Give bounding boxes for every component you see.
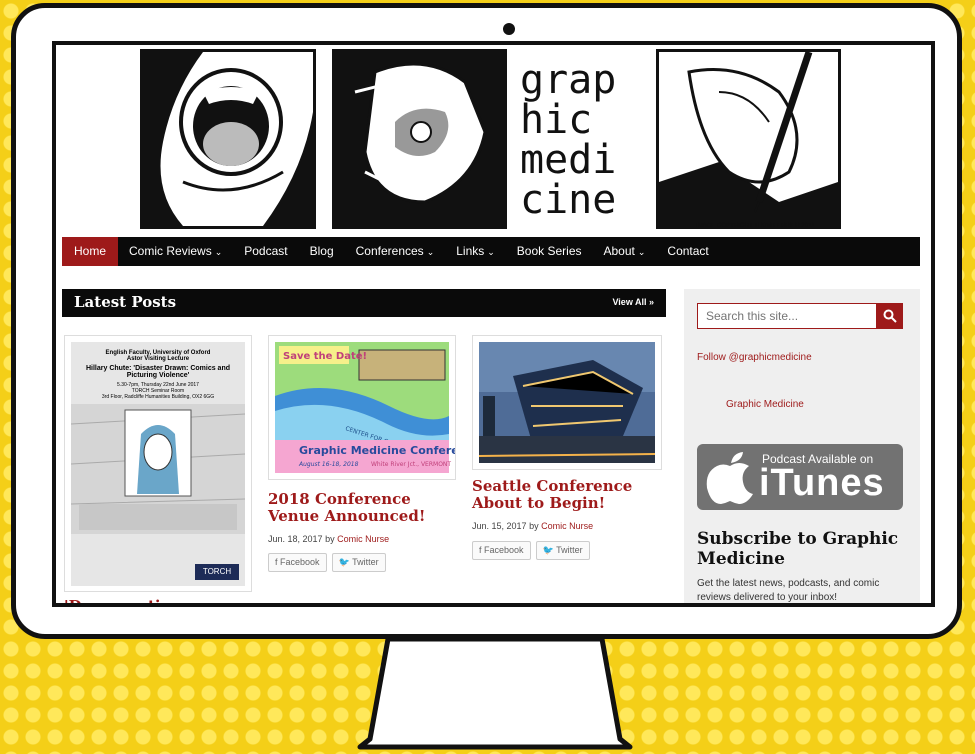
chevron-down-icon: ⌄ (637, 247, 646, 257)
post-thumbnail[interactable] (472, 335, 662, 470)
nav-label: Book Series (516, 244, 582, 258)
comic-panel-pen (656, 49, 841, 229)
poster-illustration (71, 404, 245, 534)
poster-series: Astor Visiting Lecture (126, 356, 190, 362)
view-all-link[interactable]: View All » (612, 297, 654, 307)
conference-banner-text: Graphic Medicine Conference (299, 444, 455, 457)
chevron-down-icon: ⌄ (214, 247, 223, 257)
nav-item-comic-reviews[interactable]: Comic Reviews ⌄ (118, 237, 233, 266)
post-date: Jun. 15, 2017 (472, 521, 527, 531)
nav-label: Comic Reviews (129, 244, 212, 258)
nav-item-links[interactable]: Links ⌄ (445, 237, 506, 266)
facebook-icon: f (479, 545, 482, 555)
search-input[interactable] (697, 303, 877, 329)
search-button[interactable] (877, 303, 903, 329)
facebook-share-button[interactable]: f Facebook (472, 541, 531, 560)
seattle-library-image (478, 342, 656, 463)
share-buttons: f Facebook 🐦 Twitter (472, 541, 590, 560)
nav-item-conferences[interactable]: Conferences ⌄ (345, 237, 446, 266)
post-meta: Jun. 18, 2017 by Comic Nurse (268, 534, 389, 544)
sidebar: Follow @graphicmedicine Graphic Medicine… (684, 289, 920, 603)
post-thumbnail[interactable]: English Faculty, University of Oxford As… (64, 335, 252, 592)
nav-label: Home (74, 244, 107, 258)
nav-item-blog[interactable]: Blog (299, 237, 345, 266)
share-label: Twitter (556, 545, 583, 555)
nav-label: Conferences (355, 244, 424, 258)
facebook-icon: f (275, 557, 278, 567)
conference-image: Save the Date! CENTER FOR CARTOON STUDIE… (275, 342, 455, 473)
image-copyright: IMAGE COPYRIGHT THOM FERRIER 2011 (696, 223, 815, 229)
site-header-banner[interactable]: grap hic medi cine IMAGE COPYRIGHT THOM … (56, 45, 931, 235)
post-date: Jun. 18, 2017 (268, 534, 323, 544)
post-title[interactable]: Seattle Conference About to Begin! (472, 478, 667, 512)
webcam-dot (503, 23, 515, 35)
twitter-icon: 🐦 (542, 545, 554, 555)
save-the-date-text: Save the Date! (283, 351, 367, 362)
conference-place-text: White River Jct., VERMONT (371, 461, 451, 468)
main-nav: Home Comic Reviews ⌄ Podcast Blog Confere… (62, 237, 920, 266)
comic-panel-hand (332, 49, 507, 229)
search-icon (883, 309, 897, 323)
nav-label: Podcast (244, 244, 288, 258)
follow-twitter-link[interactable]: Follow @graphicmedicine (697, 352, 812, 363)
twitter-share-button[interactable]: 🐦 Twitter (535, 541, 590, 560)
post-title[interactable]: 'Documenting Trauma: (64, 598, 254, 604)
nav-label: Blog (309, 244, 334, 258)
share-label: Facebook (280, 557, 320, 567)
twitter-share-button[interactable]: 🐦 Twitter (331, 553, 386, 572)
latest-posts-header: Latest Posts View All » (62, 289, 666, 317)
post-author[interactable]: Comic Nurse (337, 534, 389, 544)
latest-posts-title: Latest Posts (74, 293, 177, 311)
itunes-text: iTunes (759, 462, 885, 504)
graphic-medicine-link[interactable]: Graphic Medicine (726, 399, 804, 410)
chevron-down-icon: ⌄ (487, 247, 495, 257)
facebook-share-button[interactable]: f Facebook (268, 553, 327, 572)
apple-icon (706, 452, 753, 504)
torch-logo: TORCH (195, 564, 239, 580)
post-by: by (325, 534, 335, 544)
svg-text:cine: cine (520, 177, 616, 223)
browser-screen: grap hic medi cine IMAGE COPYRIGHT THOM … (52, 41, 935, 607)
subscribe-text: Get the latest news, podcasts, and comic… (697, 578, 880, 603)
post-meta: Jun. 15, 2017 by Comic Nurse (472, 521, 593, 531)
share-label: Twitter (352, 557, 379, 567)
nav-item-book-series[interactable]: Book Series (506, 237, 593, 266)
nav-label: Contact (667, 244, 709, 258)
nav-label: About (603, 244, 635, 258)
chevron-down-icon: ⌄ (426, 247, 435, 257)
nav-label: Links (456, 244, 485, 258)
poster-talk: Hillary Chute: 'Disaster Drawn: Comics a… (85, 365, 231, 379)
nav-item-podcast[interactable]: Podcast (233, 237, 298, 266)
nav-item-contact[interactable]: Contact (656, 237, 719, 266)
post-thumbnail[interactable]: Save the Date! CENTER FOR CARTOON STUDIE… (268, 335, 456, 480)
conference-dates-text: August 16-18, 2018 (298, 461, 359, 468)
monitor-stand (357, 639, 633, 750)
nav-item-about[interactable]: About ⌄ (593, 237, 657, 266)
poster-address: 3rd Floor, Radcliffe Humanities Building… (101, 394, 215, 400)
twitter-icon: 🐦 (338, 557, 350, 567)
share-buttons: f Facebook 🐦 Twitter (268, 553, 386, 572)
post-author[interactable]: Comic Nurse (541, 521, 593, 531)
subscribe-title: Subscribe to Graphic Medicine (697, 529, 899, 569)
graphic-medicine-logo[interactable]: grap hic medi cine (514, 53, 652, 223)
post-by: by (529, 521, 539, 531)
comic-panel-mouth (140, 49, 316, 229)
itunes-badge[interactable]: Podcast Available on iTunes (697, 444, 903, 510)
nav-item-home[interactable]: Home (62, 237, 119, 266)
search-form (697, 303, 903, 329)
post-title[interactable]: 2018 Conference Venue Announced! (268, 491, 458, 525)
share-label: Facebook (484, 545, 524, 555)
